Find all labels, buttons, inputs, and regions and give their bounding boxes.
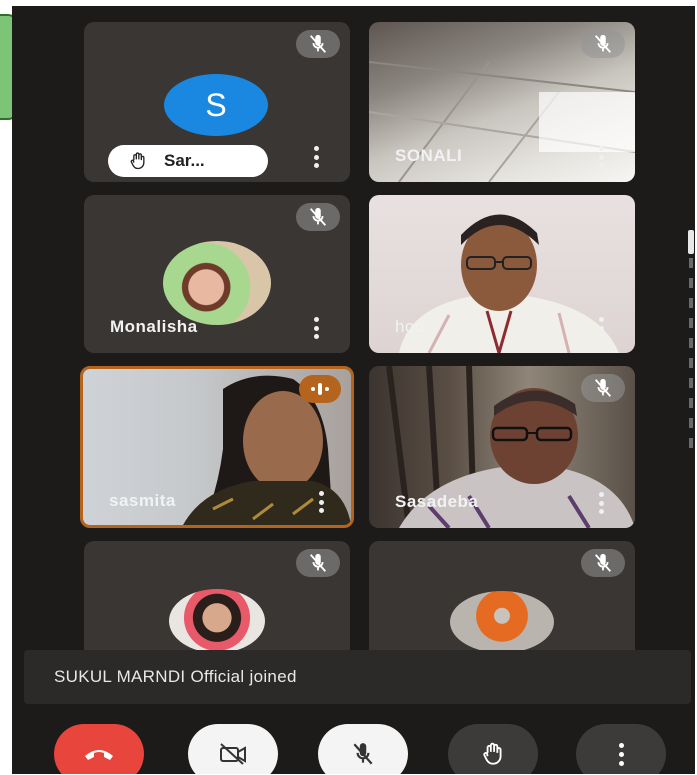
phone-hangup-icon <box>83 744 115 764</box>
mic-off-icon <box>296 549 340 577</box>
participant-tile[interactable]: hod <box>369 195 635 353</box>
participant-name: SONALI <box>395 146 463 165</box>
hand-icon <box>128 151 148 171</box>
participant-name: Sasadeba <box>395 492 479 511</box>
participant-name: Monalisha <box>110 317 198 336</box>
avatar <box>163 241 271 325</box>
participant-tile[interactable]: SONALI <box>369 22 635 182</box>
avatar-letter: S <box>205 86 227 123</box>
participant-tile[interactable]: Monalisha <box>84 195 350 353</box>
microphone-toggle-button[interactable] <box>318 724 408 774</box>
end-call-button[interactable] <box>54 724 144 774</box>
more-vert-icon[interactable] <box>317 491 325 513</box>
raise-hand-button[interactable] <box>448 724 538 774</box>
mic-off-icon <box>350 741 376 767</box>
mic-off-icon <box>296 203 340 231</box>
more-options-button[interactable] <box>576 724 666 774</box>
hand-icon <box>480 741 506 767</box>
participant-tile[interactable]: Sasadeba <box>369 366 635 528</box>
raised-hand-chip: Sar... <box>108 145 268 177</box>
join-notification: SUKUL MARNDI Official joined <box>24 650 691 704</box>
participant-name: sasmita <box>109 491 176 510</box>
more-vert-icon[interactable] <box>597 492 605 514</box>
more-vert-icon <box>618 742 624 766</box>
avatar: S <box>164 74 268 136</box>
participant-tile[interactable]: S Sar... <box>84 22 350 182</box>
more-vert-icon[interactable] <box>597 146 605 168</box>
participant-tile[interactable]: sasmita <box>80 366 354 528</box>
mic-off-icon <box>581 549 625 577</box>
avatar <box>169 589 265 653</box>
notification-text: SUKUL MARNDI Official joined <box>54 667 297 686</box>
participant-name: Sar... <box>164 151 205 170</box>
mic-off-icon <box>581 30 625 58</box>
mic-off-icon <box>581 374 625 402</box>
mic-off-icon <box>296 30 340 58</box>
camera-off-icon <box>218 742 248 766</box>
more-vert-icon[interactable] <box>312 317 320 339</box>
speaking-indicator <box>299 375 341 403</box>
scrollbar[interactable] <box>688 230 694 455</box>
meeting-screen: S Sar... SONALI Monalisha hod sasmita Sa… <box>12 6 695 774</box>
avatar <box>450 591 554 653</box>
participant-name: hod <box>395 317 425 336</box>
more-vert-icon[interactable] <box>597 317 605 339</box>
camera-toggle-button[interactable] <box>188 724 278 774</box>
more-vert-icon[interactable] <box>312 146 320 168</box>
